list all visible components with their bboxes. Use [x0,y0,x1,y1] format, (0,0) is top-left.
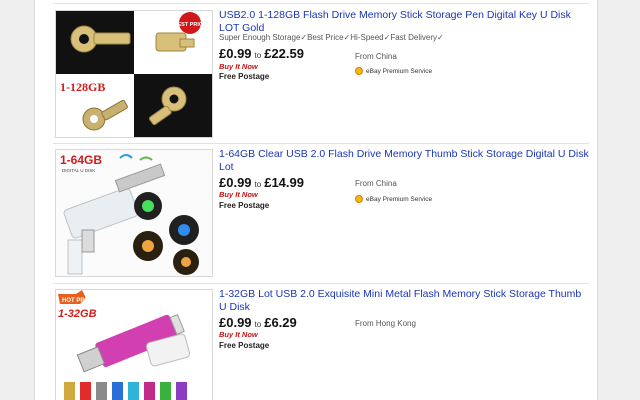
price-low: £0.99 [219,175,252,190]
buy-it-now-label: Buy It Now [219,62,258,71]
premium-label: eBay Premium Service [366,195,433,203]
listing-image[interactable]: BEST PRICE 1-128GB [55,10,213,138]
listing-title[interactable]: 1-64GB Clear USB 2.0 Flash Drive Memory … [219,148,591,174]
listing-image[interactable]: 1-64GB DIGITAL U DISK [55,149,213,277]
listing-title[interactable]: USB2.0 1-128GB Flash Drive Memory Stick … [219,9,591,35]
listing-item: HOT PRICE 1-32GB 1-32GB Lot USB 2.0 Exqu… [35,283,597,400]
postage-info: Free Postage [219,201,270,210]
price-high: £14.99 [264,175,304,190]
price-range: £0.99 to £22.59 [219,46,304,61]
price-high: £6.29 [264,315,297,330]
thumb-badge-text: 1-64GB [60,153,102,167]
item-location: From Hong Kong [355,319,416,328]
price-to: to [254,320,262,329]
price-low: £0.99 [219,46,252,61]
buy-it-now-label: Buy It Now [219,330,258,339]
listing-subtitle: Super Enough Storage✓Best Price✓Hi-Speed… [219,33,444,42]
buy-it-now-badge: Buy It Now [219,62,258,71]
listing-title[interactable]: 1-32GB Lot USB 2.0 Exquisite Mini Metal … [219,288,591,314]
price-low: £0.99 [219,315,252,330]
listing-page: BEST PRICE 1-128GB USB2.0 1-128GB Flash … [34,0,598,400]
premium-service: eBay Premium Service [355,195,432,203]
thumb-corner-text: HOT PRICE [62,298,95,304]
listing-item: 1-64GB DIGITAL U DISK 1-64GB Clear USB 2… [35,143,597,283]
thumb-corner-text: BEST PRICE [173,22,206,28]
thumb-badge-text: 1-32GB [58,308,97,320]
thumb-badge-text: 1-128GB [60,80,105,94]
item-location: From China [355,52,397,61]
listing-image[interactable]: HOT PRICE 1-32GB [55,289,213,400]
price-high: £22.59 [264,46,304,61]
listing-item: BEST PRICE 1-128GB USB2.0 1-128GB Flash … [35,0,597,143]
premium-badge-icon [355,67,363,75]
buy-it-now-badge: Buy It Now [219,190,258,199]
postage-info: Free Postage [219,72,270,81]
premium-badge-icon [355,195,363,203]
price-range: £0.99 to £14.99 [219,175,304,190]
postage-info: Free Postage [219,341,270,350]
premium-service: eBay Premium Service [355,67,432,75]
item-location: From China [355,179,397,188]
buy-it-now-label: Buy It Now [219,190,258,199]
buy-it-now-badge: Buy It Now [219,330,258,339]
price-to: to [254,180,262,189]
price-to: to [254,51,262,60]
premium-label: eBay Premium Service [366,67,433,75]
price-range: £0.99 to £6.29 [219,315,297,330]
thumb-caption-text: DIGITAL U DISK [62,168,95,173]
